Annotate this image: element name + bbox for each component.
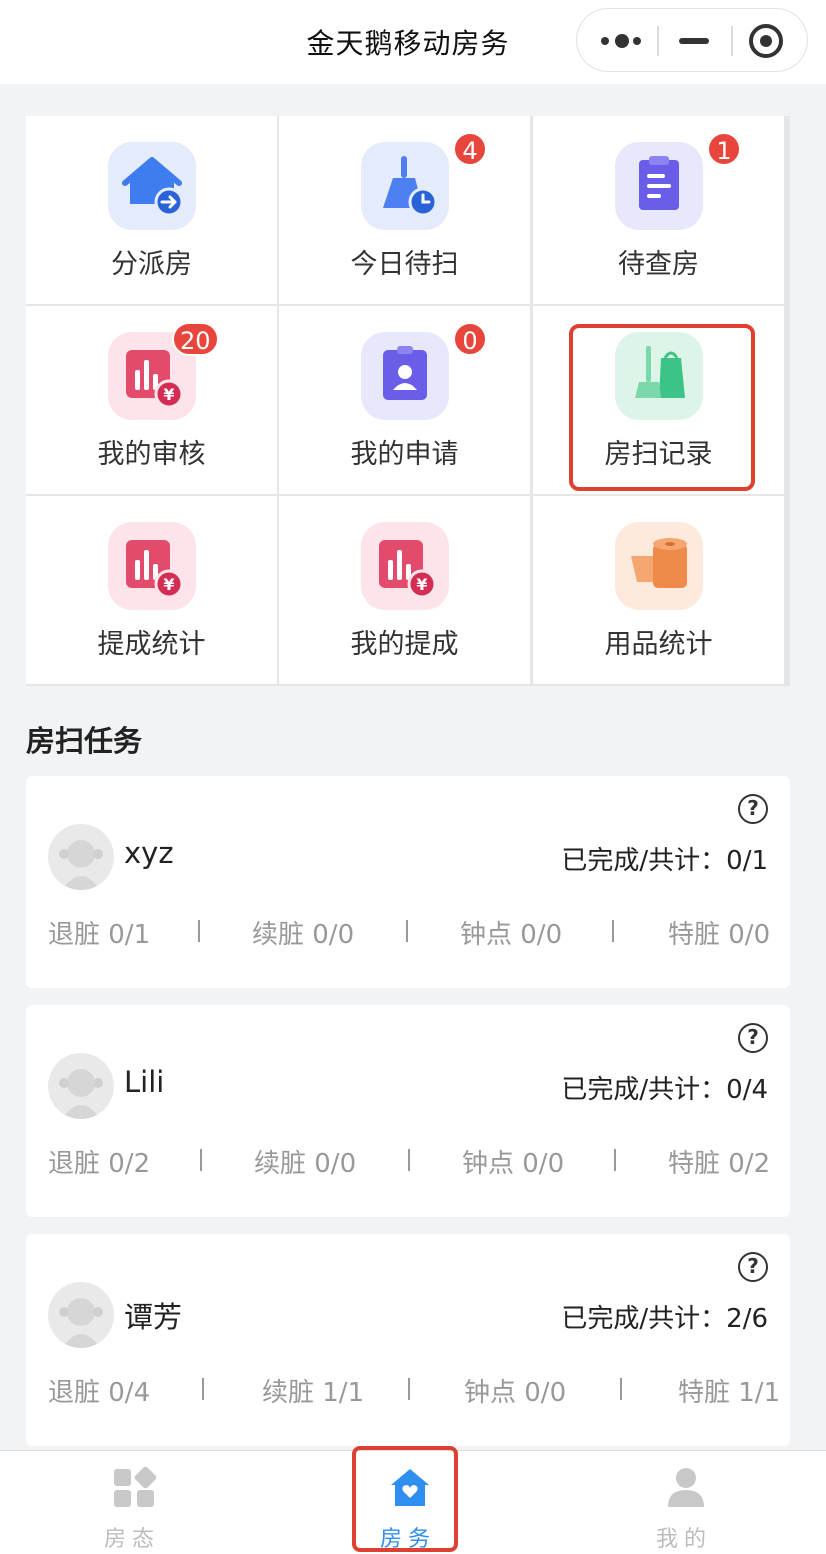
- menu-label: 我的申请: [350, 439, 459, 470]
- minimize-icon[interactable]: [679, 38, 709, 44]
- help-icon[interactable]: ?: [738, 794, 768, 824]
- menu-my-commission[interactable]: ¥ 我的提成: [279, 496, 530, 684]
- stat-stayover-dirty: 续脏 0/0: [254, 1149, 357, 1179]
- help-icon[interactable]: ?: [738, 1023, 768, 1053]
- bottom-tab-bar: 房态 房务 我的: [0, 1450, 826, 1554]
- stat-special-dirty: 特脏 0/0: [668, 920, 771, 950]
- tab-label: 我的: [655, 1527, 712, 1552]
- badge-count: 1: [707, 132, 741, 166]
- stat-divider: [620, 1378, 622, 1400]
- capsule-divider: [731, 26, 733, 56]
- stat-special-dirty: 特脏 1/1: [678, 1378, 781, 1408]
- stat-stayover-dirty: 续脏 1/1: [262, 1378, 365, 1408]
- menu-label: 提成统计: [97, 629, 206, 660]
- tab-label: 房务: [379, 1527, 436, 1552]
- stat-checkout-dirty: 退脏 0/1: [48, 920, 151, 950]
- stat-checkout-dirty: 退脏 0/2: [48, 1149, 151, 1179]
- mini-program-capsule: [576, 8, 808, 72]
- stat-divider: [612, 920, 614, 942]
- capsule-divider: [657, 26, 659, 56]
- tab-housekeeping[interactable]: 房务: [308, 1451, 508, 1554]
- svg-text:¥: ¥: [163, 385, 174, 404]
- clipboard-icon: [615, 142, 703, 230]
- menu-pending-inspection[interactable]: 1 待查房: [533, 116, 784, 304]
- stat-divider: [408, 1378, 410, 1400]
- stat-checkout-dirty: 退脏 0/4: [48, 1378, 151, 1408]
- badge-count: 0: [453, 322, 487, 356]
- help-icon[interactable]: ?: [738, 1252, 768, 1282]
- employee-name: xyz: [124, 836, 174, 870]
- menu-label: 今日待扫: [350, 249, 459, 280]
- menu-supplies-stats[interactable]: 用品统计: [533, 496, 784, 684]
- badge-count: 20: [172, 322, 219, 356]
- tab-room-status[interactable]: 房态: [32, 1451, 232, 1554]
- person-icon: [664, 1465, 708, 1509]
- menu-label: 我的提成: [350, 629, 459, 660]
- menu-label: 待查房: [618, 249, 699, 280]
- menu-today-clean[interactable]: 4 今日待扫: [279, 116, 530, 304]
- completion-count: 已完成/共计：0/1: [561, 846, 768, 876]
- stat-hourly: 钟点 0/0: [462, 1149, 565, 1179]
- stat-hourly: 钟点 0/0: [460, 920, 563, 950]
- avatar: [48, 1053, 114, 1119]
- task-card[interactable]: ? xyz 已完成/共计：0/1 退脏 0/1 续脏 0/0 钟点 0/0 特脏…: [26, 776, 790, 988]
- stat-divider: [198, 920, 200, 942]
- stat-divider: [408, 1149, 410, 1171]
- function-grid: 分派房 4 今日待扫 1 待查房 ¥ 20 我的审核 0 我的申请 房扫记录 ¥…: [26, 116, 790, 686]
- stat-divider: [202, 1378, 204, 1400]
- avatar: [48, 1282, 114, 1348]
- menu-my-application[interactable]: 0 我的申请: [279, 306, 530, 494]
- broom-clock-icon: [361, 142, 449, 230]
- employee-name: 谭芳: [124, 1300, 183, 1334]
- task-card[interactable]: ? Lili 已完成/共计：0/4 退脏 0/2 续脏 0/0 钟点 0/0 特…: [26, 1005, 790, 1217]
- svg-text:¥: ¥: [416, 575, 427, 594]
- stat-divider: [200, 1149, 202, 1171]
- employee-name: Lili: [124, 1065, 165, 1099]
- menu-label: 分派房: [111, 249, 192, 280]
- completion-count: 已完成/共计：2/6: [561, 1304, 768, 1334]
- menu-label: 我的审核: [97, 439, 206, 470]
- chart-yen-icon: ¥: [361, 522, 449, 610]
- badge-count: 4: [453, 132, 487, 166]
- id-badge-icon: [361, 332, 449, 420]
- room-status-icon: [112, 1465, 157, 1509]
- menu-assign-room[interactable]: 分派房: [26, 116, 277, 304]
- menu-cleaning-records[interactable]: 房扫记录: [533, 306, 784, 494]
- avatar: [48, 824, 114, 890]
- tab-mine[interactable]: 我的: [584, 1451, 784, 1554]
- completion-count: 已完成/共计：0/4: [561, 1075, 768, 1105]
- close-target-icon[interactable]: [749, 24, 783, 58]
- stat-hourly: 钟点 0/0: [464, 1378, 567, 1408]
- section-title: 房扫任务: [26, 724, 143, 758]
- stat-stayover-dirty: 续脏 0/0: [252, 920, 355, 950]
- menu-label: 房扫记录: [604, 439, 713, 470]
- stat-divider: [406, 920, 408, 942]
- menu-my-review[interactable]: ¥ 20 我的审核: [26, 306, 277, 494]
- menu-commission-stats[interactable]: ¥ 提成统计: [26, 496, 277, 684]
- house-heart-icon: [388, 1465, 432, 1509]
- house-assign-icon: [108, 142, 196, 230]
- stat-special-dirty: 特脏 0/2: [668, 1149, 771, 1179]
- tissue-roll-icon: [615, 522, 703, 610]
- stat-divider: [614, 1149, 616, 1171]
- task-card[interactable]: ? 谭芳 已完成/共计：2/6 退脏 0/4 续脏 1/1 钟点 0/0 特脏 …: [26, 1234, 790, 1446]
- nav-header: 金天鹅移动房务: [0, 0, 826, 84]
- broom-bag-icon: [615, 332, 703, 420]
- more-dots-icon[interactable]: [601, 33, 643, 49]
- svg-text:¥: ¥: [163, 575, 174, 594]
- menu-label: 用品统计: [604, 629, 713, 660]
- tab-label: 房态: [103, 1527, 160, 1552]
- chart-yen-icon: ¥: [108, 522, 196, 610]
